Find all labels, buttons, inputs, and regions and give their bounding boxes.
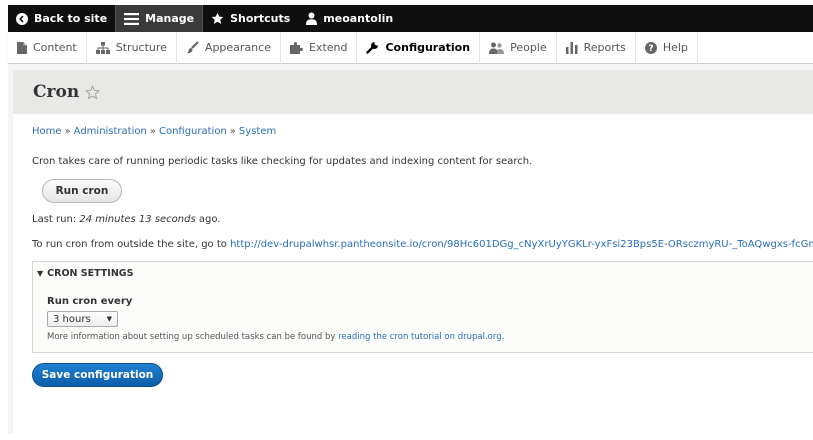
tray-label: Content	[33, 41, 77, 54]
people-icon	[489, 42, 505, 54]
last-run-text: Last run: 24 minutes 13 seconds ago.	[32, 214, 221, 225]
hamburger-menu-icon	[124, 12, 140, 25]
external-cron-prefix: To run cron from outside the site, go to	[32, 239, 227, 250]
manage-label: Manage	[145, 12, 195, 25]
external-cron-url-link[interactable]: http://dev-drupalwhsr.pantheonsite.io/cr…	[230, 239, 813, 250]
breadcrumb-separator: »	[149, 126, 156, 137]
breadcrumb-link[interactable]: Administration	[74, 126, 147, 137]
caret-down-icon: ▼	[106, 315, 112, 323]
paintbrush-icon	[186, 41, 199, 54]
tray-item-structure[interactable]: Structure	[87, 31, 177, 64]
select-value: 3 hours	[53, 313, 91, 325]
tray-label: Configuration	[385, 41, 471, 54]
svg-text:?: ?	[648, 44, 653, 54]
breadcrumb: Home» Administration» Configuration» System	[32, 126, 276, 137]
file-icon	[17, 41, 27, 54]
sitemap-icon	[95, 41, 110, 54]
user-tab[interactable]: meoantolin	[298, 5, 401, 32]
save-configuration-button[interactable]: Save configuration	[32, 363, 163, 387]
help-icon: ?	[644, 41, 657, 54]
shortcuts-tab[interactable]: Shortcuts	[203, 5, 298, 32]
tray-label: Reports	[583, 41, 626, 54]
last-run-value: 24 minutes 13 seconds	[79, 214, 196, 225]
tray-item-content[interactable]: Content	[8, 31, 87, 64]
chevron-left-circle-icon	[16, 12, 28, 25]
breadcrumb-link[interactable]: Home	[32, 126, 62, 137]
tray-item-help[interactable]: ? Help	[636, 31, 698, 64]
breadcrumb-link[interactable]: System	[239, 126, 276, 137]
tray-label: Extend	[308, 41, 348, 54]
main-content: Home» Administration» Configuration» System…	[13, 114, 813, 434]
help-prefix: More information about setting up schedu…	[47, 332, 336, 342]
cron-tutorial-link[interactable]: reading the cron tutorial on drupal.org	[338, 332, 501, 342]
breadcrumb-separator: »	[64, 126, 71, 137]
run-cron-button[interactable]: Run cron	[42, 179, 122, 203]
tray-label: Appearance	[204, 41, 271, 54]
manage-tab[interactable]: Manage	[115, 5, 204, 32]
star-icon	[211, 12, 224, 25]
tray-label: Help	[662, 41, 688, 54]
last-run-suffix: ago.	[198, 214, 221, 225]
add-shortcut-star-icon[interactable]	[85, 84, 101, 100]
breadcrumb-separator: »	[229, 126, 236, 137]
puzzle-icon	[289, 41, 303, 54]
back-to-site-label: Back to site	[34, 12, 108, 25]
user-name: meoantolin	[323, 12, 394, 25]
bar-chart-icon	[565, 41, 578, 54]
tray-item-people[interactable]: People	[480, 31, 557, 64]
cron-description: Cron takes care of running periodic task…	[32, 156, 533, 167]
admin-toolbar: Back to site Manage Shortcuts meoantolin	[8, 5, 813, 32]
page-header: Cron	[13, 70, 813, 114]
help-suffix: .	[501, 332, 505, 342]
last-run-prefix: Last run:	[32, 214, 77, 225]
wrench-icon	[366, 41, 379, 54]
run-cron-every-label: Run cron every	[47, 296, 133, 307]
triangle-down-icon: ▼	[37, 269, 44, 278]
cron-settings-summary[interactable]: ▼ CRON SETTINGS	[37, 268, 133, 279]
breadcrumb-link[interactable]: Configuration	[159, 126, 227, 137]
run-cron-every-select[interactable]: 3 hours ▼	[47, 311, 118, 327]
admin-menu-tray: Content Structure Appearance Extend Conf…	[8, 31, 813, 64]
shortcuts-label: Shortcuts	[230, 12, 291, 25]
back-to-site-link[interactable]: Back to site	[8, 5, 115, 32]
cron-settings-details: ▼ CRON SETTINGS Run cron every 3 hours ▼…	[32, 261, 813, 353]
user-icon	[306, 12, 318, 25]
external-cron-text: To run cron from outside the site, go to…	[32, 239, 813, 250]
tray-item-configuration[interactable]: Configuration	[357, 31, 481, 64]
cron-help-text: More information about setting up schedu…	[47, 332, 504, 342]
cron-settings-title: CRON SETTINGS	[47, 268, 134, 279]
tray-item-extend[interactable]: Extend	[281, 31, 358, 64]
page-region: Cron Home» Administration» Configuration» S…	[8, 64, 813, 434]
page-title: Cron	[33, 82, 80, 102]
tray-label: Structure	[115, 41, 167, 54]
tray-item-reports[interactable]: Reports	[557, 31, 636, 64]
tray-item-appearance[interactable]: Appearance	[177, 31, 281, 64]
tray-label: People	[510, 41, 547, 54]
